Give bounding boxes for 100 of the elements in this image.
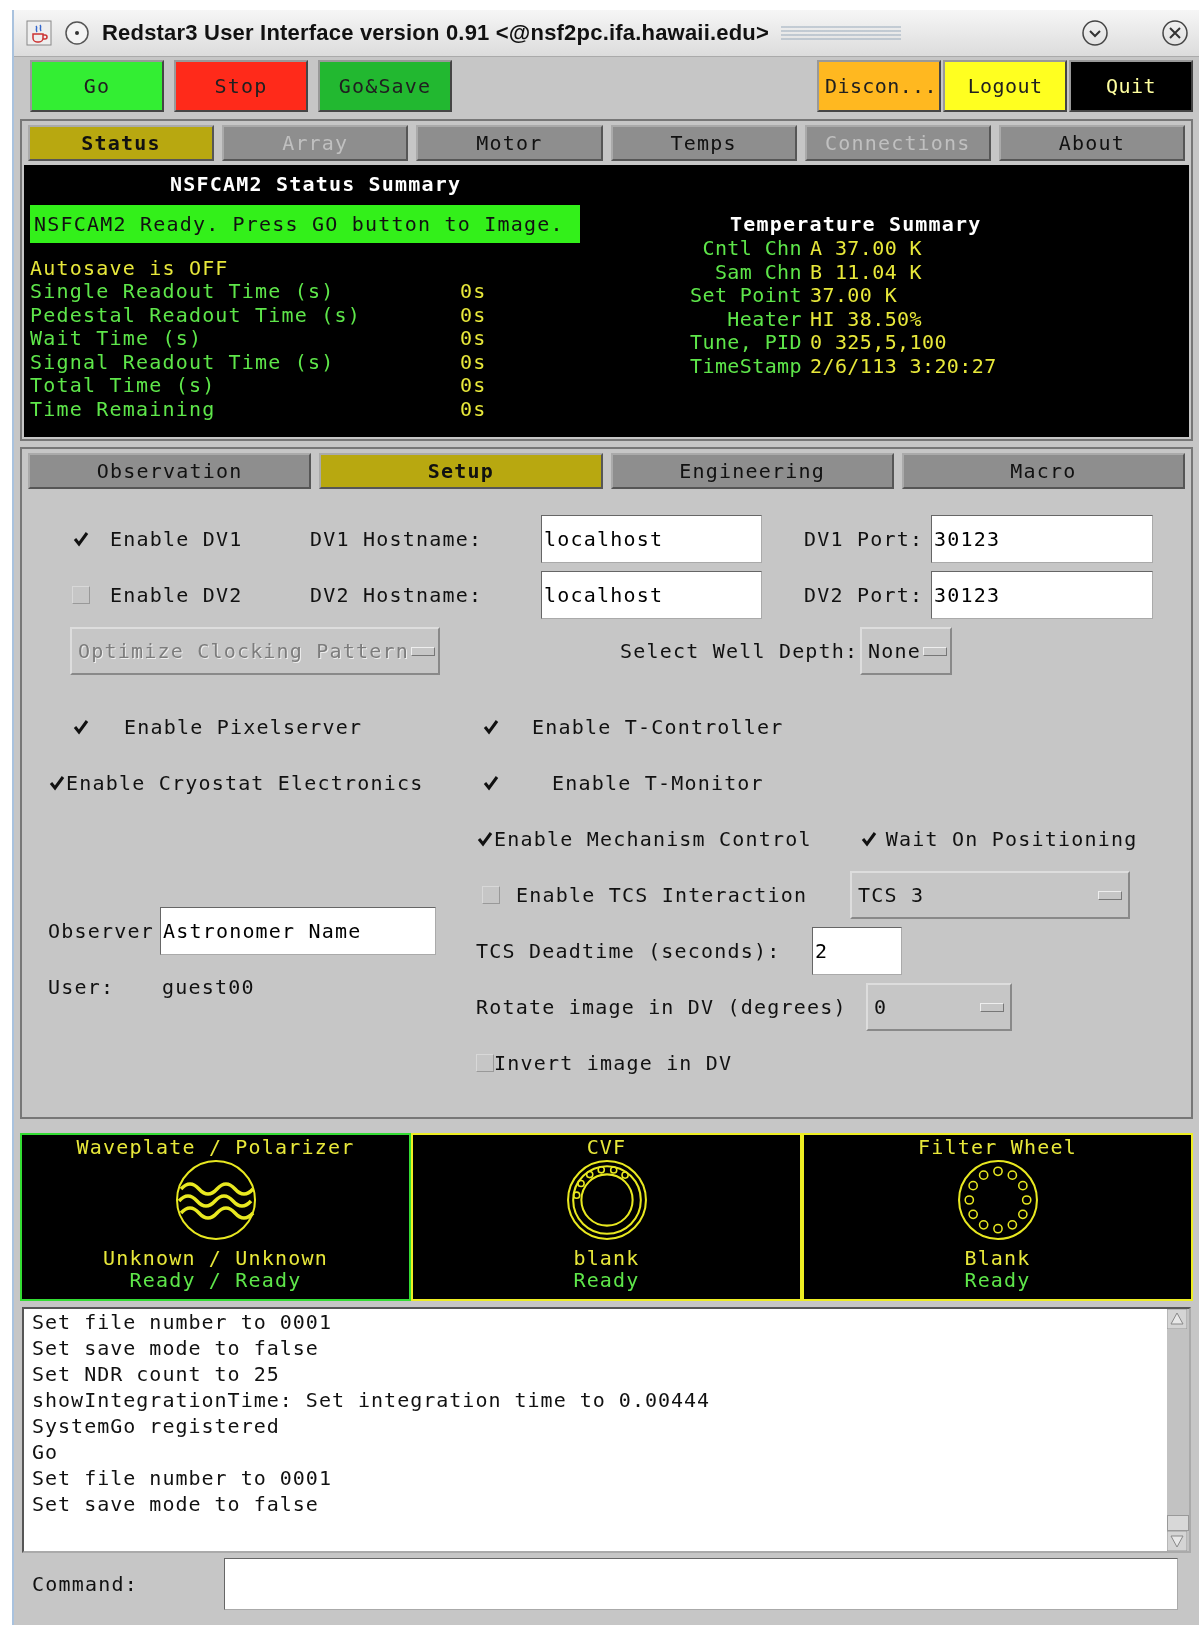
command-field[interactable] — [224, 1558, 1178, 1610]
tab[interactable]: Temps — [610, 125, 797, 161]
field-label: Select Well Depth: — [620, 639, 860, 663]
option-indicator-icon — [1098, 890, 1122, 900]
temperature-value: HI 38.50% — [810, 307, 922, 331]
window-title: Redstar3 User Interface version 0.91 <@nsf2pc.ifa.hawaii.edu> — [102, 20, 770, 46]
tab[interactable]: Observation — [28, 453, 312, 489]
command-button[interactable]: Logout — [943, 60, 1067, 112]
tab[interactable]: Motor — [416, 125, 603, 161]
field-label: Observer — [48, 919, 154, 943]
option-menu[interactable]: TCS 3 — [850, 871, 1130, 919]
checkbox[interactable] — [476, 1054, 494, 1072]
close-icon[interactable] — [1161, 19, 1189, 47]
tab[interactable]: Setup — [319, 453, 603, 489]
scroll-thumb[interactable] — [1167, 1515, 1189, 1531]
tab[interactable]: Macro — [901, 453, 1185, 489]
temperature-value: 0 325,5,100 — [810, 331, 947, 355]
log-area[interactable]: Set file number to 0001 Set save mode to false Set NDR count to 25 showIntegrationTime: Set integration time to 0.00444 SystemGo registered Go Set file number to 0001 Set save mode to false — [22, 1307, 1191, 1553]
tab[interactable]: About — [998, 125, 1186, 161]
temperature-value: A 37.00 K — [810, 237, 922, 261]
dotted-wheel-icon — [956, 1159, 1039, 1241]
input-field[interactable]: 30123 — [931, 571, 1153, 619]
status-value: 0s — [460, 374, 487, 398]
field-label: DV1 Hostname: — [310, 527, 484, 551]
tab[interactable]: Status — [28, 125, 215, 161]
option-indicator-icon — [411, 646, 436, 656]
temperature-label: Heater — [726, 307, 802, 331]
option-indicator-icon — [980, 1002, 1004, 1012]
wavy-lines-circle-icon — [174, 1159, 257, 1241]
temperature-value: B 11.04 K — [810, 260, 922, 284]
temperature-value: 2/6/113 3:20:27 — [810, 354, 997, 378]
status-label: Wait Time (s) — [30, 327, 204, 351]
checkbox-label: Enable DV1 — [110, 527, 244, 551]
temperature-label: Tune, PID — [690, 331, 802, 355]
temperature-value: 37.00 K — [810, 284, 898, 308]
tab[interactable]: Engineering — [610, 453, 894, 489]
checkbox-label: Enable T-Controller — [532, 715, 784, 739]
chevron-down-icon[interactable] — [1081, 19, 1109, 47]
scrollbar[interactable] — [1167, 1309, 1189, 1551]
checkbox-label: Enable Pixelserver — [124, 715, 363, 739]
status-value: 0s — [460, 303, 487, 327]
checkbox-label: Enable Mechanism Control — [494, 827, 812, 851]
option-menu[interactable]: 0 — [866, 983, 1012, 1031]
mechanism-state: Ready — [964, 1269, 1031, 1291]
log-line: SystemGo registered — [32, 1413, 281, 1439]
mechanism-position: blank — [573, 1247, 640, 1269]
command-button[interactable]: Quit — [1069, 60, 1193, 112]
field-label: DV2 Port: — [804, 583, 925, 607]
temperature-label: TimeStamp — [690, 354, 802, 378]
checkbox[interactable] — [72, 586, 90, 604]
temperature-label: Cntl Chn — [701, 237, 802, 261]
input-field[interactable]: 30123 — [931, 515, 1153, 563]
input-field[interactable]: localhost — [541, 515, 762, 563]
status-label: Total Time (s) — [30, 374, 217, 398]
mechanism-state: Ready — [573, 1269, 640, 1291]
command-button[interactable]: Stop — [174, 60, 308, 112]
panel-title: NSFCAM2 Status Summary — [170, 171, 463, 198]
status-value: 0s — [460, 350, 487, 374]
concentric-ring-icon — [565, 1159, 648, 1241]
checkbox-label: Enable Cryostat Electronics — [66, 771, 424, 795]
status-label: Time Remaining — [30, 397, 217, 421]
field-label: User: — [48, 975, 116, 999]
mechanism-state: Ready / Ready — [129, 1269, 302, 1291]
input-field[interactable]: 2 — [812, 927, 902, 975]
status-label: Pedestal Readout Time (s) — [30, 303, 363, 327]
checkbox[interactable] — [482, 886, 500, 904]
panel-title: Temperature Summary — [730, 211, 983, 237]
status-value: 0s — [460, 280, 487, 304]
app-icon[interactable] — [26, 20, 52, 46]
temperature-label: Set Point — [690, 284, 802, 308]
field-label: DV1 Port: — [804, 527, 925, 551]
temperature-label: Sam Chn — [713, 260, 802, 284]
checkbox-label: Enable T-Monitor — [552, 771, 764, 795]
checkbox-label: Enable TCS Interaction — [516, 883, 809, 907]
checkbox-label: Invert image in DV — [494, 1051, 733, 1075]
checkbox-label: Enable DV2 — [110, 583, 244, 607]
field-label: Rotate image in DV (degrees) — [476, 995, 848, 1019]
command-button[interactable]: Go&Save — [318, 60, 452, 112]
input-field[interactable]: Astronomer Name — [159, 907, 436, 955]
log-line: Go — [32, 1439, 60, 1465]
status-value: 0s — [460, 327, 487, 351]
mechanism-title: Filter Wheel — [918, 1135, 1077, 1159]
log-line: Set save mode to false — [32, 1491, 320, 1517]
command-button[interactable]: Go — [30, 60, 164, 112]
option-indicator-icon — [922, 646, 947, 656]
status-banner: NSFCAM2 Ready. Press GO button to Image. — [30, 205, 580, 243]
circle-dot-icon[interactable] — [64, 20, 90, 46]
checkbox-label: Wait On Positioning — [885, 827, 1138, 851]
status-label: Signal Readout Time (s) — [30, 350, 336, 374]
option-menu[interactable]: None — [860, 627, 952, 675]
mechanism-position: Blank — [964, 1247, 1031, 1269]
field-label: TCS Deadtime (seconds): — [476, 939, 782, 963]
log-line: Set save mode to false — [32, 1335, 320, 1361]
log-line: Set file number to 0001 — [32, 1465, 333, 1491]
log-line: showIntegrationTime: Set integration time to 0.00444 — [32, 1387, 712, 1413]
status-label: Single Readout Time (s) — [30, 280, 336, 304]
command-label: Command: — [32, 1572, 139, 1596]
command-button[interactable]: Discon... — [817, 60, 941, 112]
input-field[interactable]: localhost — [541, 571, 762, 619]
mechanism-position: Unknown / Unknown — [102, 1247, 329, 1269]
